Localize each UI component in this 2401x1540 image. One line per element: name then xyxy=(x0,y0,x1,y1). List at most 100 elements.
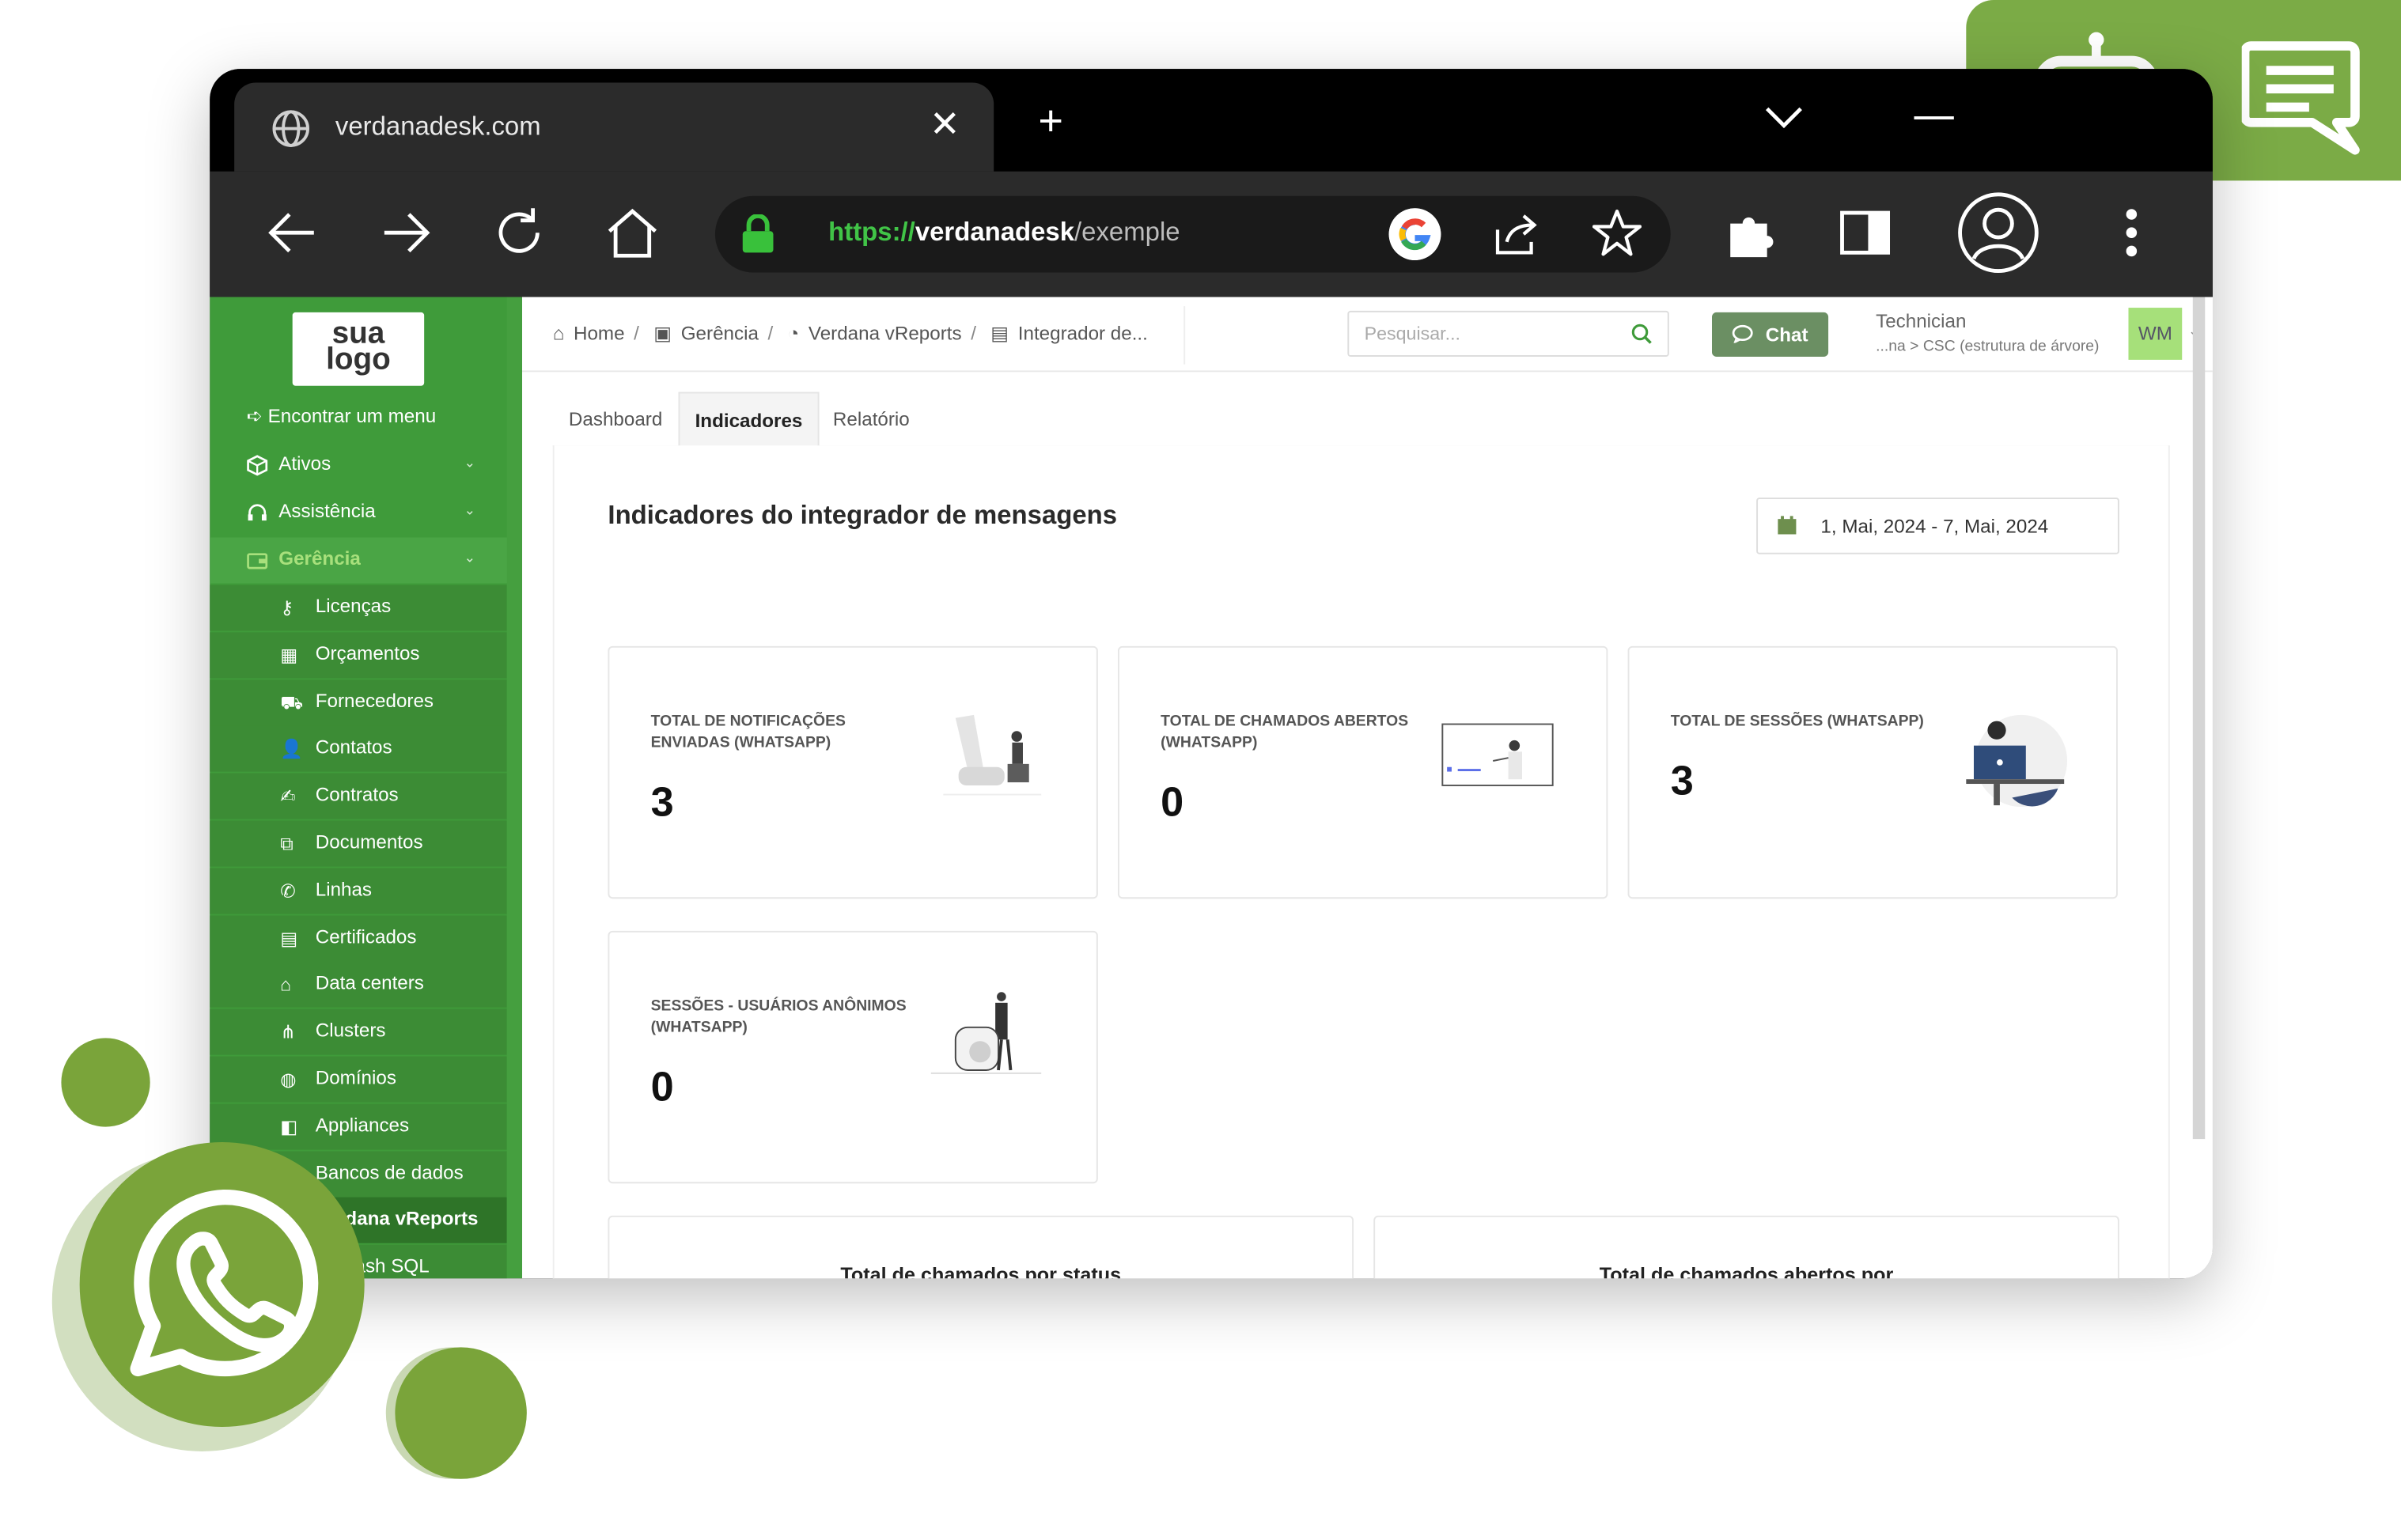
chart-title: Total de chamados abertos por xyxy=(1599,1262,1894,1279)
sidebar-subitem[interactable]: ✍ Contratos xyxy=(210,773,507,819)
tab-bar: Dashboard Indicadores Relatório xyxy=(552,392,2170,448)
files-icon: ⧉ xyxy=(280,832,293,855)
sidebar-subitem-label: Linhas xyxy=(315,878,373,900)
sidebar-subitem[interactable]: ✆ Linhas xyxy=(210,868,507,914)
sidebar-scrollbar[interactable] xyxy=(506,297,523,1279)
share-icon[interactable] xyxy=(1491,211,1540,257)
breadcrumb-vreports[interactable]: Verdana vReports xyxy=(809,323,962,344)
sidebar-item-ativos[interactable]: Ativos ⌄ xyxy=(210,442,522,488)
search-input[interactable]: Pesquisar... xyxy=(1347,310,1669,357)
breadcrumb-home[interactable]: Home xyxy=(574,323,625,344)
extensions-puzzle-icon[interactable] xyxy=(1723,205,1778,260)
sidebar-subitem[interactable]: ▦ Orçamentos xyxy=(210,632,507,679)
sidebar-subitem-label: Appliances xyxy=(315,1114,410,1136)
phone-icon: ✆ xyxy=(280,880,296,902)
headset-icon xyxy=(248,504,267,521)
chart-card-status: Total de chamados por status xyxy=(608,1215,1354,1279)
side-panel-icon[interactable] xyxy=(1838,205,1893,260)
sidebar-subitem[interactable]: ⚷ Licenças xyxy=(210,585,507,631)
chat-button[interactable]: Chat xyxy=(1712,312,1829,357)
tab-indicadores[interactable]: Indicadores xyxy=(678,392,820,448)
chevron-down-icon[interactable] xyxy=(1763,103,1805,134)
chat-message-icon xyxy=(2241,41,2360,155)
kpi-card-sessoes: TOTAL DE SESSÕES (WHATSAPP) 3 xyxy=(1627,645,2118,899)
sidebar-item-assistencia[interactable]: Assistência ⌄ xyxy=(210,490,522,535)
sidebar-subitem[interactable]: 👤 Contatos xyxy=(210,726,507,773)
sidebar-subitem-label: Domínios xyxy=(315,1067,396,1089)
sidebar-subitem[interactable]: ◧ Appliances xyxy=(210,1103,507,1150)
arrow-right-icon: ➪ xyxy=(246,405,263,428)
key-icon: ⚷ xyxy=(280,596,294,619)
sidebar-subitem-label: Certificados xyxy=(315,925,417,948)
decorative-dot xyxy=(395,1347,527,1479)
presentation-board-illustration xyxy=(1441,723,1554,786)
breadcrumb-integrador[interactable]: Integrador de... xyxy=(1018,323,1148,344)
new-tab-button[interactable]: + xyxy=(1038,96,1063,146)
chart-card-abertos: Total de chamados abertos por xyxy=(1373,1215,2119,1279)
chat-bubble-icon xyxy=(1732,324,1753,343)
divider xyxy=(1183,306,1186,365)
find-menu-link[interactable]: ➪ Encontrar um menu xyxy=(247,404,437,427)
whatsapp-icon xyxy=(130,1189,319,1377)
tab-relatorio[interactable]: Relatório xyxy=(820,392,924,448)
main-scrollbar[interactable] xyxy=(2192,297,2206,1140)
cube-icon xyxy=(247,455,268,476)
user-entity[interactable]: ...na > CSC (estrutura de árvore) xyxy=(1876,339,2099,355)
tab-title: verdanadesk.com xyxy=(335,112,541,142)
report-icon: ▤ xyxy=(990,323,1009,345)
home-icon[interactable] xyxy=(605,205,661,260)
sidebar-subitem-label: Clusters xyxy=(315,1020,386,1042)
browser-window: verdanadesk.com ✕ + https://verdanadesk/… xyxy=(210,69,2213,1279)
sidebar: sua logo ➪ Encontrar um menu Ativos ⌄ Ass… xyxy=(210,297,523,1279)
back-arrow-icon[interactable] xyxy=(265,205,320,260)
minimize-button[interactable] xyxy=(1914,116,1954,119)
user-role[interactable]: Technician xyxy=(1876,311,1966,332)
kpi-value: 0 xyxy=(1161,779,1184,826)
sidebar-subitem[interactable]: ⌂ Data centers xyxy=(210,962,507,1008)
kpi-value: 3 xyxy=(1670,758,1694,804)
reload-icon[interactable] xyxy=(491,205,547,260)
sidebar-subitem-label: Fornecedores xyxy=(315,690,434,712)
sidebar-subitem-label: Orçamentos xyxy=(315,642,420,664)
profile-avatar-icon[interactable] xyxy=(1956,190,2041,275)
kpi-card-notificacoes: TOTAL DE NOTIFICAÇÕES ENVIADAS (WHATSAPP… xyxy=(608,645,1098,899)
wallet-icon: ▣ xyxy=(653,323,672,345)
building-icon: ⌂ xyxy=(280,974,292,996)
indicators-panel: Indicadores do integrador de mensagens 1… xyxy=(552,445,2170,1279)
forward-arrow-icon[interactable] xyxy=(378,205,434,260)
close-tab-icon[interactable]: ✕ xyxy=(930,103,960,147)
tab-dashboard[interactable]: Dashboard xyxy=(553,392,679,448)
date-range-picker[interactable]: 1, Mai, 2024 - 7, Mai, 2024 xyxy=(1756,498,2119,554)
kpi-card-anonimos: SESSÕES - USUÁRIOS ANÔNIMOS (WHATSAPP) 0 xyxy=(608,930,1098,1184)
breadcrumb-gerencia[interactable]: Gerência xyxy=(681,323,759,344)
google-icon[interactable] xyxy=(1388,208,1441,261)
avatar[interactable]: WM xyxy=(2128,308,2183,360)
main-content: ⌂ Home / ▣ Gerência / ◔ Verdana vReports / ▤ In… xyxy=(522,297,2213,1279)
sidebar-subitem[interactable]: ⛟ Fornecedores xyxy=(210,679,507,725)
sidebar-item-gerencia[interactable]: Gerência ⌄ xyxy=(210,537,523,584)
browser-tab[interactable]: verdanadesk.com ✕ xyxy=(234,82,994,172)
company-logo[interactable]: sua logo xyxy=(292,312,425,386)
page-title: Indicadores do integrador de mensagens xyxy=(608,500,1118,530)
address-bar[interactable]: https://verdanadesk/exemple xyxy=(714,195,1671,273)
kebab-menu-icon[interactable] xyxy=(2108,205,2164,260)
kpi-card-chamados: TOTAL DE CHAMADOS ABERTOS (WHATSAPP) 0 xyxy=(1117,645,1608,899)
url-text[interactable]: https://verdanadesk/exemple xyxy=(828,218,1180,248)
chevron-down-icon: ⌄ xyxy=(464,501,476,518)
certificate-icon: ▤ xyxy=(280,927,298,949)
search-icon[interactable] xyxy=(1630,323,1652,344)
sidebar-subitem[interactable]: ◍ Domínios xyxy=(210,1056,507,1103)
tab-strip: verdanadesk.com ✕ + xyxy=(210,69,2213,172)
person-sending-illustration xyxy=(943,714,1042,796)
wallet-icon xyxy=(247,553,268,569)
sidebar-subitem[interactable]: ▤ Certificados xyxy=(210,914,507,961)
star-icon[interactable] xyxy=(1592,208,1642,257)
sidebar-subitem-label: Documentos xyxy=(315,831,423,853)
globe-icon: ◍ xyxy=(280,1069,297,1091)
sidebar-subitem[interactable]: ⋔ Clusters xyxy=(210,1008,507,1055)
top-bar: ⌂ Home / ▣ Gerência / ◔ Verdana vReports / ▤ In… xyxy=(522,297,2213,373)
home-icon: ⌂ xyxy=(552,323,565,345)
sidebar-subitem-label: Contatos xyxy=(315,736,392,759)
sidebar-subitem[interactable]: ⧉ Documentos xyxy=(210,820,507,867)
chevron-down-icon: ⌄ xyxy=(464,454,476,471)
